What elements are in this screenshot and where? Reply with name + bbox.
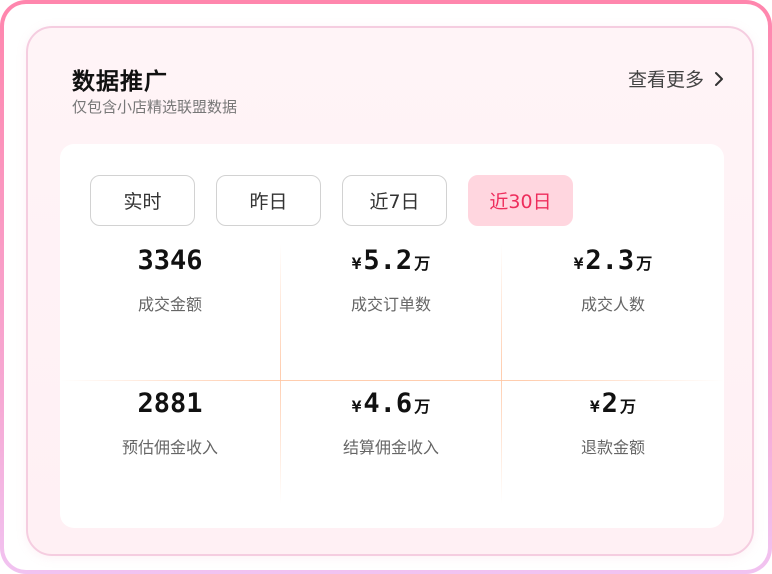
metric-order-count[interactable]: ¥5.2 万 成交订单数 — [281, 244, 501, 315]
metric-label: 结算佣金收入 — [342, 438, 439, 457]
tab-last-30-days[interactable]: 近30日 — [468, 175, 573, 226]
metric-gmv[interactable]: 3346 成交金额 — [60, 244, 280, 315]
metric-value: 3346 — [137, 245, 203, 276]
view-more-link[interactable]: 查看更多 — [628, 65, 724, 92]
metric-refund-amount[interactable]: ¥2 万 退款金额 — [502, 387, 724, 458]
frame-inner: 数据推广 仅包含小店精选联盟数据 查看更多 实时 昨日 近7日 近30日 334… — [4, 4, 768, 570]
metric-value: ¥2.3 万 — [573, 245, 653, 276]
metric-label: 成交人数 — [580, 295, 645, 314]
tab-last-7-days[interactable]: 近7日 — [342, 175, 447, 226]
tab-yesterday[interactable]: 昨日 — [216, 175, 321, 226]
metric-value: ¥2 万 — [590, 388, 636, 419]
metric-value: ¥5.2 万 — [351, 245, 431, 276]
card-title: 数据推广 — [72, 69, 168, 95]
stats-panel: 实时 昨日 近7日 近30日 3346 成交金额 ¥5.2 万 成交订单数 ¥2… — [60, 144, 724, 528]
card-subtitle: 仅包含小店精选联盟数据 — [72, 98, 238, 116]
metric-label: 成交订单数 — [350, 295, 431, 314]
metric-label: 成交金额 — [137, 295, 202, 314]
outer-frame: 数据推广 仅包含小店精选联盟数据 查看更多 实时 昨日 近7日 近30日 334… — [0, 0, 772, 574]
metric-value: ¥4.6 万 — [351, 388, 431, 419]
time-range-tabs: 实时 昨日 近7日 近30日 — [90, 175, 573, 226]
metric-buyer-count[interactable]: ¥2.3 万 成交人数 — [502, 244, 724, 315]
metric-value: 2881 — [137, 388, 203, 419]
metric-settled-commission[interactable]: ¥4.6 万 结算佣金收入 — [281, 387, 501, 458]
grid-divider-horizontal — [60, 380, 724, 381]
metric-label: 退款金额 — [580, 438, 645, 457]
metric-label: 预估佣金收入 — [121, 438, 218, 457]
metric-estimated-commission[interactable]: 2881 预估佣金收入 — [60, 387, 280, 458]
promotion-data-card: 数据推广 仅包含小店精选联盟数据 查看更多 实时 昨日 近7日 近30日 334… — [26, 26, 754, 556]
chevron-right-icon — [715, 71, 723, 86]
view-more-label: 查看更多 — [627, 69, 704, 91]
tab-realtime[interactable]: 实时 — [90, 175, 195, 226]
metrics-grid: 3346 成交金额 ¥5.2 万 成交订单数 ¥2.3 万 成交人数 2881 预估… — [60, 244, 724, 504]
